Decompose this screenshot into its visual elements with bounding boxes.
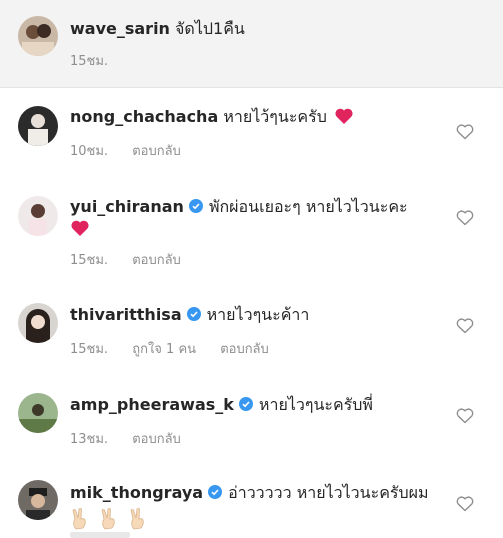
reply-link[interactable]: ตอบกลับ xyxy=(132,253,181,268)
heart-outline-icon[interactable] xyxy=(456,318,474,334)
comment-username[interactable]: thivaritthisa xyxy=(70,305,182,324)
comment-time: 15ชม. xyxy=(70,54,109,69)
heart-outline-icon[interactable] xyxy=(456,496,474,512)
comment-meta: 10ชม. ตอบกลับ xyxy=(70,140,201,161)
comment-text: หายไว้ๆนะครับ xyxy=(223,107,327,126)
comment-body: mik_thongraya อ่าววววว หายไวไวนะครับผม xyxy=(70,482,440,504)
verified-badge-icon xyxy=(238,397,253,411)
comment-time: 10ชม. xyxy=(70,144,109,159)
comment-body: thivaritthisa หายไวๆนะค้าา xyxy=(70,304,440,326)
truncated-meta-line xyxy=(70,532,130,538)
avatar[interactable] xyxy=(18,196,58,236)
victory-hand-emoji xyxy=(70,508,90,530)
avatar[interactable] xyxy=(18,106,58,146)
comment-username[interactable]: wave_sarin xyxy=(70,19,170,38)
emoji-row xyxy=(70,508,152,530)
heart-outline-icon[interactable] xyxy=(456,408,474,424)
verified-badge-icon xyxy=(186,307,201,321)
comment-body: wave_sarin จัดไป1คืน xyxy=(70,18,440,40)
heart-outline-icon[interactable] xyxy=(456,124,474,140)
comment-text: พักผ่อนเยอะๆ หายไวไวนะคะ xyxy=(208,197,408,216)
avatar[interactable] xyxy=(18,303,58,343)
victory-hand-emoji xyxy=(128,508,148,530)
reply-link[interactable]: ตอบกลับ xyxy=(132,432,181,447)
comment-text: จัดไป1คืน xyxy=(175,19,245,38)
verified-badge-icon xyxy=(188,199,203,213)
comment-body: nong_chachacha หายไว้ๆนะครับ xyxy=(70,106,440,128)
comment-username[interactable]: amp_pheerawas_k xyxy=(70,395,234,414)
comment-meta: 13ชม. ตอบกลับ xyxy=(70,428,201,449)
comment-body: amp_pheerawas_k หายไวๆนะครับพี่ xyxy=(70,394,440,416)
like-count[interactable]: ถูกใจ 1 คน xyxy=(132,342,196,357)
reply-link[interactable]: ตอบกลับ xyxy=(220,342,269,357)
red-heart-emoji xyxy=(334,107,354,125)
comment-meta: 15ชม. ตอบกลับ xyxy=(70,249,201,270)
comment-meta: 15ชม. ถูกใจ 1 คน ตอบกลับ xyxy=(70,338,289,359)
victory-hand-emoji xyxy=(99,508,119,530)
comment-time: 13ชม. xyxy=(70,432,109,447)
heart-outline-icon[interactable] xyxy=(456,210,474,226)
highlighted-comment-background xyxy=(0,0,503,88)
comment-text: หายไวๆนะครับพี่ xyxy=(258,395,373,414)
comment-username[interactable]: mik_thongraya xyxy=(70,483,203,502)
comment-body: yui_chiranan พักผ่อนเยอะๆ หายไวไวนะคะ xyxy=(70,196,440,240)
reply-link[interactable]: ตอบกลับ xyxy=(132,144,181,159)
verified-badge-icon xyxy=(208,485,223,499)
avatar[interactable] xyxy=(18,480,58,520)
comment-username[interactable]: yui_chiranan xyxy=(70,197,184,216)
avatar[interactable] xyxy=(18,393,58,433)
comment-meta: 15ชม. xyxy=(70,50,128,71)
comment-username[interactable]: nong_chachacha xyxy=(70,107,218,126)
red-heart-emoji xyxy=(70,219,90,237)
avatar[interactable] xyxy=(18,16,58,56)
comment-text: อ่าววววว หายไวไวนะครับผม xyxy=(228,483,429,502)
comment-time: 15ชม. xyxy=(70,253,109,268)
comment-time: 15ชม. xyxy=(70,342,109,357)
comment-text: หายไวๆนะค้าา xyxy=(206,305,310,324)
